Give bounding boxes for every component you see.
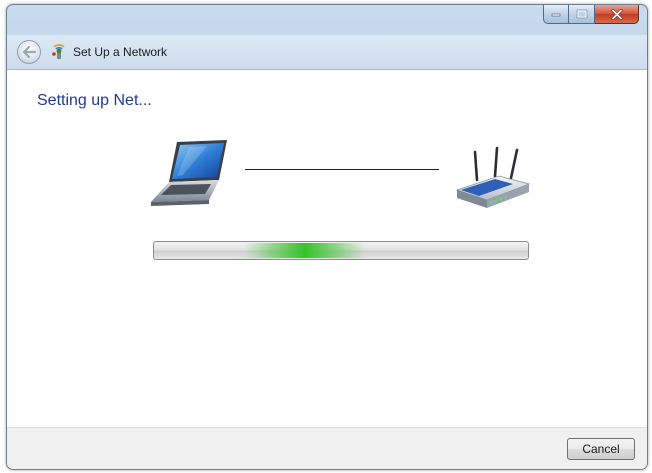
- progress-indicator: [244, 243, 366, 258]
- setup-status-heading: Setting up Net...: [37, 92, 152, 109]
- cancel-button[interactable]: Cancel: [567, 438, 635, 460]
- close-button[interactable]: [595, 5, 639, 24]
- back-button[interactable]: [17, 40, 41, 64]
- setup-progress-bar: [153, 241, 529, 260]
- close-icon: [611, 8, 622, 20]
- title-bar: [7, 5, 647, 35]
- caption-buttons: [543, 5, 639, 25]
- wizard-footer: Cancel: [7, 427, 647, 469]
- minimize-button[interactable]: [543, 5, 569, 24]
- laptop-icon: [151, 140, 227, 206]
- router-icon: [455, 146, 531, 208]
- navigation-bar: Set Up a Network: [7, 35, 647, 70]
- window-title: Set Up a Network: [73, 45, 168, 59]
- network-setup-icon: [52, 44, 65, 59]
- maximize-icon: [576, 9, 587, 19]
- setup-network-window: Set Up a Network Setting up Net... Cance…: [6, 4, 648, 470]
- wizard-content: Setting up Net...: [7, 70, 647, 427]
- maximize-button[interactable]: [569, 5, 595, 24]
- minimize-icon: [551, 13, 561, 17]
- back-arrow-icon: [22, 46, 36, 58]
- connection-line: [245, 169, 439, 170]
